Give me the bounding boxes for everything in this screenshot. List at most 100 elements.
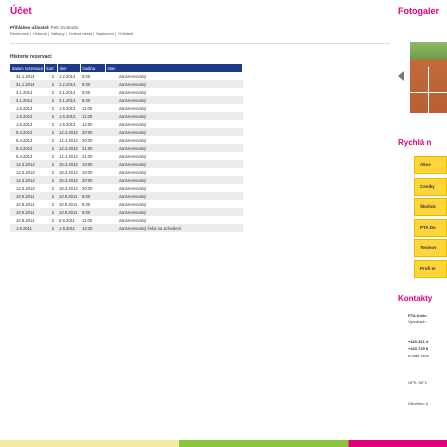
cell-day: 15.3.2013 <box>57 160 80 168</box>
cell-day: 12.4.2013 <box>57 128 80 136</box>
quick-button-skolicky[interactable]: Školick <box>414 198 447 216</box>
table-row: 9.4.2013 2 12.4.2013 20:00 zarezervováný <box>10 128 243 136</box>
gallery-photo[interactable] <box>410 42 447 113</box>
reservation-history-table: datum rezervace kurt den hodina stav 31.… <box>10 64 243 232</box>
cell-court: 3 <box>44 112 57 120</box>
table-row: 12.3.2013 2 15.3.2013 20:30 zarezervováný <box>10 184 243 192</box>
cell-date: 10.9.2011 <box>10 200 44 208</box>
quick-button-ceniky[interactable]: Ceníky <box>414 178 447 196</box>
quick-nav-title: Rychlá n <box>398 138 432 147</box>
cell-hour: 9:00 <box>80 208 105 216</box>
quick-button-profi-tenis[interactable]: Profi te <box>414 260 447 278</box>
table-row: 2.1.2014 2 3.1.2014 8:30 zarezervováný <box>10 96 243 104</box>
cell-state: zarezervováný <box>105 144 243 152</box>
table-row: 10.9.2011 2 5.9.2011 11:00 zarezervováný <box>10 216 243 224</box>
cell-state: zarezervováný <box>105 208 243 216</box>
menu-separator: | <box>115 31 117 36</box>
contact-name: PTA Kolín <box>408 313 427 318</box>
cell-day: 10.9.2011 <box>57 208 80 216</box>
cell-state: zarezervováný <box>105 200 243 208</box>
menu-item-historie[interactable]: Historie <box>33 31 47 36</box>
table-row: 1.6.2013 3 1.6.2013 11:00 zarezervováný <box>10 104 243 112</box>
cell-hour: 9:00 <box>80 72 105 80</box>
quick-button-pta-do[interactable]: PTA Do <box>414 219 447 237</box>
table-row: 9.4.2013 2 12.4.2013 21:00 zarezervováný <box>10 144 243 152</box>
menu-separator: | <box>30 31 32 36</box>
menu-item-zmena-hesla[interactable]: Změna hesla <box>69 31 92 36</box>
divider <box>10 43 390 44</box>
table-header-row: datum rezervace kurt den hodina stav <box>10 64 243 72</box>
cell-state: zarezervováný <box>105 176 243 184</box>
cell-day: 15.3.2013 <box>57 176 80 184</box>
cell-court: 2 <box>44 136 57 144</box>
cell-hour: 19:00 <box>80 160 105 168</box>
column-header-day[interactable]: den <box>57 64 81 72</box>
cell-day: 1.6.2013 <box>57 112 80 120</box>
table-row: 10.9.2011 2 10.9.2011 8:00 zarezervováný <box>10 192 243 200</box>
cell-date: 1.9.2011 <box>10 224 44 232</box>
cell-court: 2 <box>44 160 57 168</box>
table-row: 31.1.2014 2 1.2.2014 9:00 zarezervováný <box>10 72 243 80</box>
contact-email[interactable]: e-mail: rece <box>408 353 429 358</box>
cell-court: 2 <box>44 128 57 136</box>
page: Účet Přihlášen uživatel: Petr Svoboda Re… <box>0 0 447 447</box>
section-title: Historie rezervací <box>10 54 52 60</box>
cell-day: 12.4.2013 <box>57 136 80 144</box>
cell-day: 12.4.2013 <box>57 152 80 160</box>
cell-hour: 21:30 <box>80 152 105 160</box>
cell-court: 2 <box>44 168 57 176</box>
login-user: Petr Svoboda <box>50 25 79 30</box>
cell-date: 9.4.2013 <box>10 136 44 144</box>
contact-mobile: +420 725 8 <box>408 346 429 351</box>
column-header-state[interactable]: stav <box>105 64 243 72</box>
cell-day: 1.2.2014 <box>57 72 80 80</box>
cell-date: 31.1.2014 <box>10 72 44 80</box>
cell-state: zarezervováný <box>105 96 243 104</box>
menu-item-nastaveni[interactable]: Nastavení <box>96 31 114 36</box>
cell-state: zarezervováný <box>105 192 243 200</box>
quick-button-akce[interactable]: Akce <box>414 156 447 174</box>
column-header-hour[interactable]: hodina <box>80 64 106 72</box>
cell-hour: 20:00 <box>80 128 105 136</box>
cell-court: 3 <box>44 120 57 128</box>
menu-item-nakupy[interactable]: Nákupy <box>51 31 65 36</box>
table-row: 10.9.2011 2 10.9.2011 9:00 zarezervováný <box>10 208 243 216</box>
page-title: Účet <box>10 6 32 17</box>
cell-state: zarezervováný <box>105 80 243 88</box>
cell-hour: 12:00 <box>80 120 105 128</box>
column-header-court[interactable]: kurt <box>44 64 58 72</box>
table-row: 12.3.2013 2 15.3.2013 19:00 zarezervováný <box>10 160 243 168</box>
cell-hour: 19:30 <box>80 168 105 176</box>
cell-court: 2 <box>44 208 57 216</box>
cell-court: 2 <box>44 192 57 200</box>
footer-color-bar <box>0 440 447 447</box>
court-line <box>428 67 429 113</box>
cell-date: 10.9.2011 <box>10 208 44 216</box>
cell-state: zarezervováný <box>105 72 243 80</box>
cell-hour: 20:00 <box>80 176 105 184</box>
cell-hour: 21:00 <box>80 144 105 152</box>
gallery-title: Fotogaler <box>398 6 440 16</box>
table-row: 12.3.2013 2 15.3.2013 19:30 zarezervováný <box>10 168 243 176</box>
menu-item-rezervace[interactable]: Rezervace <box>10 31 29 36</box>
cell-state: zarezervováný <box>105 160 243 168</box>
cell-court: 2 <box>44 152 57 160</box>
cell-court: 3 <box>44 104 57 112</box>
cell-court: 2 <box>44 96 57 104</box>
cell-date: 12.3.2013 <box>10 160 44 168</box>
login-info: Přihlášen uživatel: Petr Svoboda <box>10 25 78 30</box>
table-row: 9.4.2013 2 12.4.2013 20:30 zarezervováný <box>10 136 243 144</box>
gallery-prev-arrow-icon[interactable] <box>398 71 404 81</box>
cell-date: 2.1.2014 <box>10 88 44 96</box>
cell-day: 1.2.2014 <box>57 80 80 88</box>
cell-state: zarezervováný <box>105 184 243 192</box>
cell-hour: 11:00 <box>80 216 105 224</box>
menu-item-odhlasit[interactable]: Odhlásit <box>118 31 133 36</box>
menu-separator: | <box>47 31 49 36</box>
cell-day: 1.6.2013 <box>57 120 80 128</box>
cell-state: zarezervováný <box>105 152 243 160</box>
cell-date: 9.4.2013 <box>10 152 44 160</box>
contact-gps: GPS: 50°2 <box>408 380 427 385</box>
column-header-date[interactable]: datum rezervace <box>10 64 45 72</box>
quick-button-tenisove[interactable]: Tenisov <box>414 239 447 257</box>
